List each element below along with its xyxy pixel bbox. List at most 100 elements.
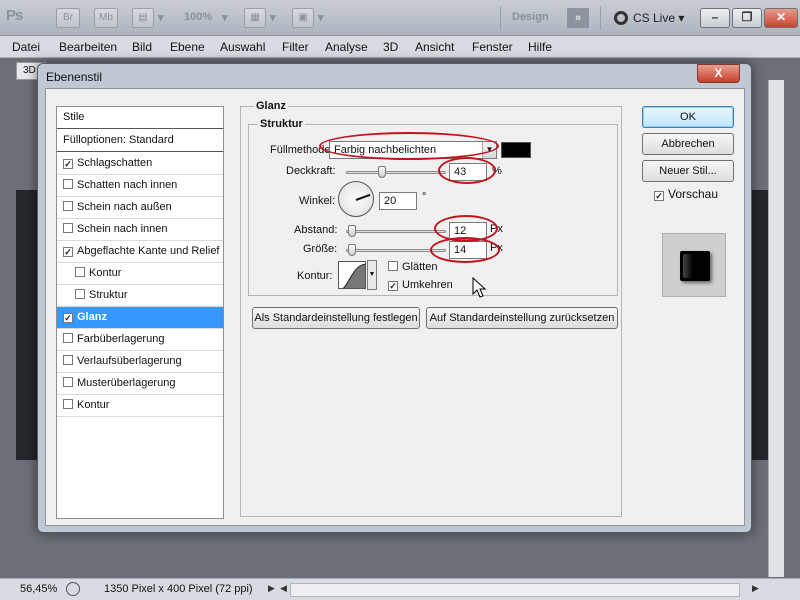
gloss-color-swatch[interactable] bbox=[501, 142, 531, 158]
style-item-drop-shadow[interactable]: ✓ Schlagschatten bbox=[57, 153, 223, 175]
zoom-level-display[interactable]: 100% bbox=[184, 11, 212, 23]
clock-icon[interactable] bbox=[66, 582, 80, 596]
menu-filter[interactable]: Filter bbox=[282, 40, 309, 54]
menu-3d[interactable]: 3D bbox=[383, 40, 398, 54]
style-item-outer-glow[interactable]: Schein nach außen bbox=[57, 197, 223, 219]
menu-bearbeiten[interactable]: Bearbeiten bbox=[59, 40, 117, 54]
subsection-title: Struktur bbox=[258, 118, 305, 130]
checkbox[interactable]: ✓ bbox=[63, 247, 73, 257]
menu-ebene[interactable]: Ebene bbox=[170, 40, 205, 54]
angle-unit: ° bbox=[422, 191, 427, 203]
contour-label: Kontur: bbox=[297, 270, 333, 282]
smooth-checkbox[interactable] bbox=[388, 261, 398, 271]
mouse-pointer-icon bbox=[472, 277, 487, 298]
menu-ansicht[interactable]: Ansicht bbox=[415, 40, 454, 54]
checkbox[interactable]: ✓ bbox=[63, 159, 73, 169]
style-item-contour[interactable]: Kontur bbox=[57, 263, 223, 285]
launch-minibridge-button[interactable]: Mb bbox=[94, 8, 118, 28]
invert-option[interactable]: ✓ Umkehren bbox=[388, 279, 453, 291]
section-title: Glanz bbox=[254, 100, 288, 112]
checkbox[interactable] bbox=[63, 201, 73, 211]
style-item-texture[interactable]: Struktur bbox=[57, 285, 223, 307]
menu-auswahl[interactable]: Auswahl bbox=[220, 40, 265, 54]
menu-bar: Datei Bearbeiten Bild Ebene Auswahl Filt… bbox=[0, 36, 800, 58]
preview-checkbox[interactable]: ✓ bbox=[654, 191, 664, 201]
checkbox[interactable] bbox=[63, 355, 73, 365]
close-icon: X bbox=[714, 66, 723, 80]
cs-live-label: CS Live bbox=[633, 11, 676, 25]
separator bbox=[500, 6, 501, 30]
checkbox[interactable] bbox=[75, 267, 85, 277]
scroll-right-icon[interactable]: ▶ bbox=[752, 583, 759, 594]
workspace-label[interactable]: Design bbox=[512, 11, 549, 23]
menu-datei[interactable]: Datei bbox=[12, 40, 40, 54]
menu-bild[interactable]: Bild bbox=[132, 40, 152, 54]
checkbox[interactable] bbox=[75, 289, 85, 299]
style-item-stroke[interactable]: Kontur bbox=[57, 395, 223, 417]
style-preview bbox=[662, 233, 726, 297]
cs-live-menu[interactable]: CS Live ▾ bbox=[614, 9, 684, 27]
checkbox[interactable] bbox=[63, 179, 73, 189]
styles-header[interactable]: Stile bbox=[57, 107, 223, 129]
dialog-close-button[interactable]: X bbox=[697, 64, 740, 83]
view-extras-icon[interactable]: ▤ bbox=[132, 8, 154, 28]
opacity-slider-track[interactable] bbox=[346, 171, 446, 174]
blending-options[interactable]: Fülloptionen: Standard bbox=[57, 130, 223, 152]
close-window-button[interactable]: ✕ bbox=[764, 8, 798, 28]
style-item-pattern-overlay[interactable]: Musterüberlagerung bbox=[57, 373, 223, 395]
cs-live-icon bbox=[614, 11, 628, 25]
arrange-documents-icon[interactable]: ▦ bbox=[244, 8, 266, 28]
annotation-blend-mode bbox=[319, 132, 499, 160]
contour-dropdown[interactable]: ▼ bbox=[367, 260, 377, 290]
checkbox[interactable] bbox=[63, 377, 73, 387]
preview-thumbnail bbox=[680, 251, 710, 281]
menu-hilfe[interactable]: Hilfe bbox=[528, 40, 552, 54]
checkbox[interactable] bbox=[63, 223, 73, 233]
chevron-down-icon[interactable]: ▾ bbox=[270, 11, 276, 24]
vertical-scrollbar[interactable] bbox=[768, 80, 784, 577]
minimize-window-button[interactable]: – bbox=[700, 8, 730, 28]
angle-label: Winkel: bbox=[299, 195, 336, 207]
contour-curve-preview[interactable] bbox=[338, 261, 366, 289]
contour-curve-icon bbox=[342, 263, 365, 288]
distance-slider-thumb[interactable] bbox=[348, 225, 356, 237]
zoom-status[interactable]: 56,45% bbox=[20, 583, 57, 595]
style-item-inner-glow[interactable]: Schein nach innen bbox=[57, 219, 223, 241]
chevron-down-icon[interactable]: ▾ bbox=[222, 11, 228, 24]
invert-checkbox[interactable]: ✓ bbox=[388, 281, 398, 291]
style-item-bevel-emboss[interactable]: ✓ Abgeflachte Kante und Relief bbox=[57, 241, 223, 263]
checkbox[interactable] bbox=[63, 333, 73, 343]
status-menu-arrow-icon[interactable]: ▶ bbox=[268, 583, 275, 594]
menu-fenster[interactable]: Fenster bbox=[472, 40, 513, 54]
menu-analyse[interactable]: Analyse bbox=[325, 40, 368, 54]
style-item-gradient-overlay[interactable]: Verlaufsüberlagerung bbox=[57, 351, 223, 373]
new-style-button[interactable]: Neuer Stil... bbox=[642, 160, 734, 182]
style-item-inner-shadow[interactable]: Schatten nach innen bbox=[57, 175, 223, 197]
style-item-satin[interactable]: ✓ Glanz bbox=[57, 307, 223, 329]
angle-dial[interactable] bbox=[338, 181, 374, 217]
screen-mode-icon[interactable]: ▣ bbox=[292, 8, 314, 28]
ok-button[interactable]: OK bbox=[642, 106, 734, 128]
set-default-button[interactable]: Als Standardeinstellung festlegen bbox=[252, 307, 420, 329]
horizontal-scrollbar[interactable] bbox=[290, 583, 740, 597]
checkbox[interactable]: ✓ bbox=[63, 313, 73, 323]
opacity-slider-thumb[interactable] bbox=[378, 166, 386, 178]
scroll-left-icon[interactable]: ◀ bbox=[280, 583, 287, 594]
launch-bridge-button[interactable]: Br bbox=[56, 8, 80, 28]
reset-default-button[interactable]: Auf Standardeinstellung zurücksetzen bbox=[426, 307, 618, 329]
angle-input[interactable]: 20 bbox=[379, 192, 417, 210]
more-workspaces-icon[interactable]: » bbox=[567, 8, 589, 28]
distance-slider-track[interactable] bbox=[346, 230, 446, 233]
preview-option[interactable]: ✓ Vorschau bbox=[654, 187, 718, 201]
restore-window-button[interactable]: ❐ bbox=[732, 8, 762, 28]
checkbox[interactable] bbox=[63, 399, 73, 409]
smooth-option[interactable]: Glätten bbox=[388, 261, 437, 273]
style-item-color-overlay[interactable]: Farbüberlagerung bbox=[57, 329, 223, 351]
cancel-button[interactable]: Abbrechen bbox=[642, 133, 734, 155]
size-slider-thumb[interactable] bbox=[348, 244, 356, 256]
chevron-down-icon[interactable]: ▾ bbox=[318, 11, 324, 24]
annotation-size bbox=[430, 237, 500, 263]
chevron-down-icon[interactable]: ▾ bbox=[158, 11, 164, 24]
status-bar: 56,45% 1350 Pixel x 400 Pixel (72 ppi) ▶… bbox=[0, 578, 800, 600]
photoshop-logo: Ps bbox=[6, 7, 23, 24]
